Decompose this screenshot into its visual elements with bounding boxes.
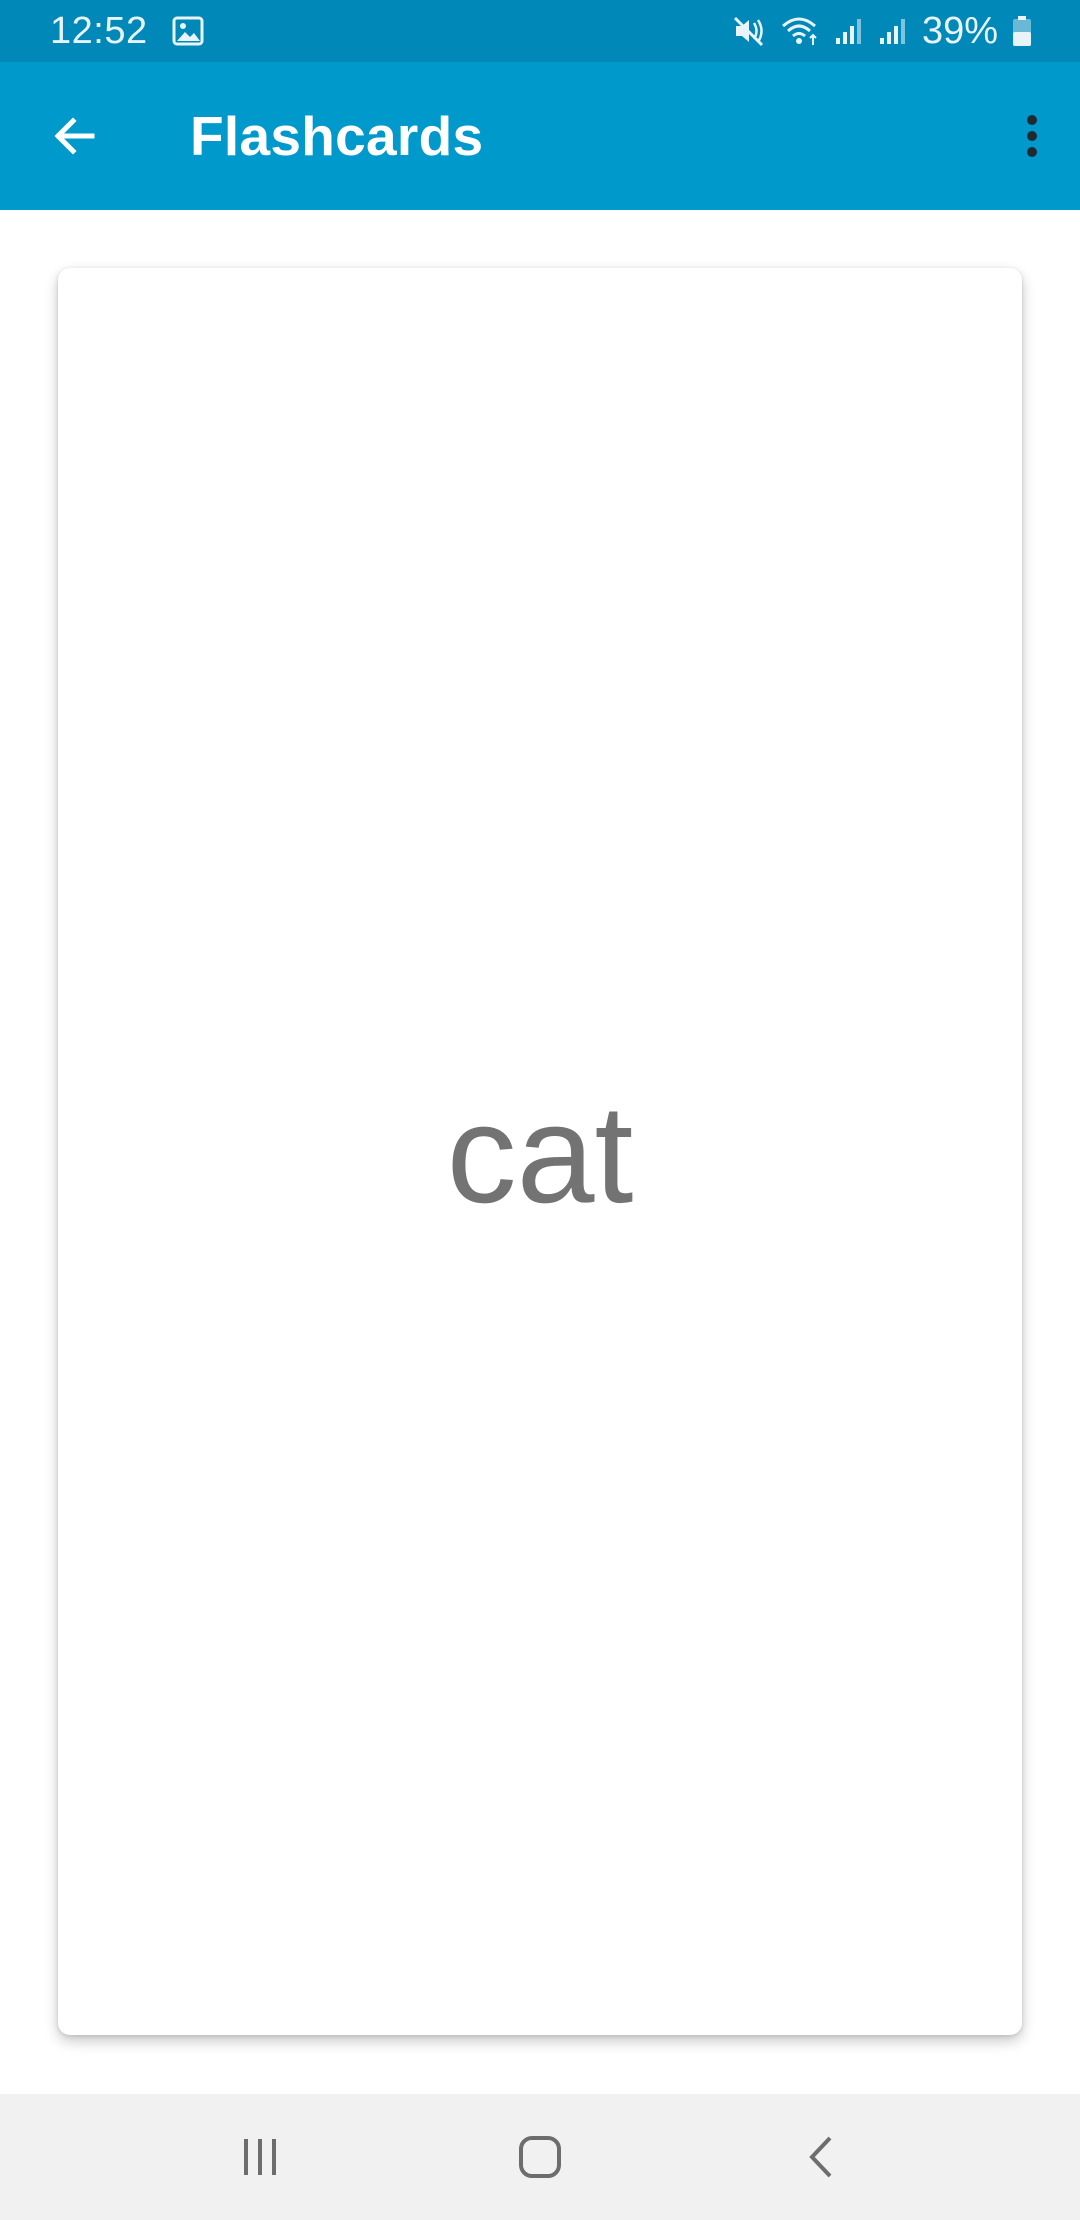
battery-percent: 39% [921, 9, 998, 52]
recents-button[interactable] [220, 2117, 300, 2197]
back-button[interactable] [38, 100, 110, 172]
gallery-notification-icon [172, 16, 204, 46]
arrow-back-icon [54, 117, 95, 155]
status-bar: 12:52 39% [0, 0, 1080, 62]
status-time: 12:52 [50, 9, 148, 52]
flashcard-word: cat [446, 1074, 634, 1232]
content-area: cat [0, 210, 1080, 2094]
more-options-button[interactable] [996, 100, 1068, 172]
signal-icon [834, 16, 864, 46]
battery-icon [1012, 15, 1032, 47]
flashcard[interactable]: cat [58, 268, 1022, 2035]
system-back-button[interactable] [782, 2117, 862, 2197]
mute-icon [732, 15, 766, 47]
status-left: 12:52 [50, 10, 204, 53]
home-icon [519, 2136, 561, 2178]
app-bar: Flashcards [0, 62, 1080, 210]
navigation-bar [0, 2094, 1080, 2220]
status-right: 39% [732, 10, 1032, 53]
wifi-icon [780, 15, 820, 47]
recents-icon [244, 2139, 276, 2175]
signal-icon [878, 16, 908, 46]
page-title: Flashcards [190, 105, 484, 167]
more-vert-icon [1027, 115, 1037, 157]
home-button[interactable] [500, 2117, 580, 2197]
back-icon [809, 2136, 832, 2178]
